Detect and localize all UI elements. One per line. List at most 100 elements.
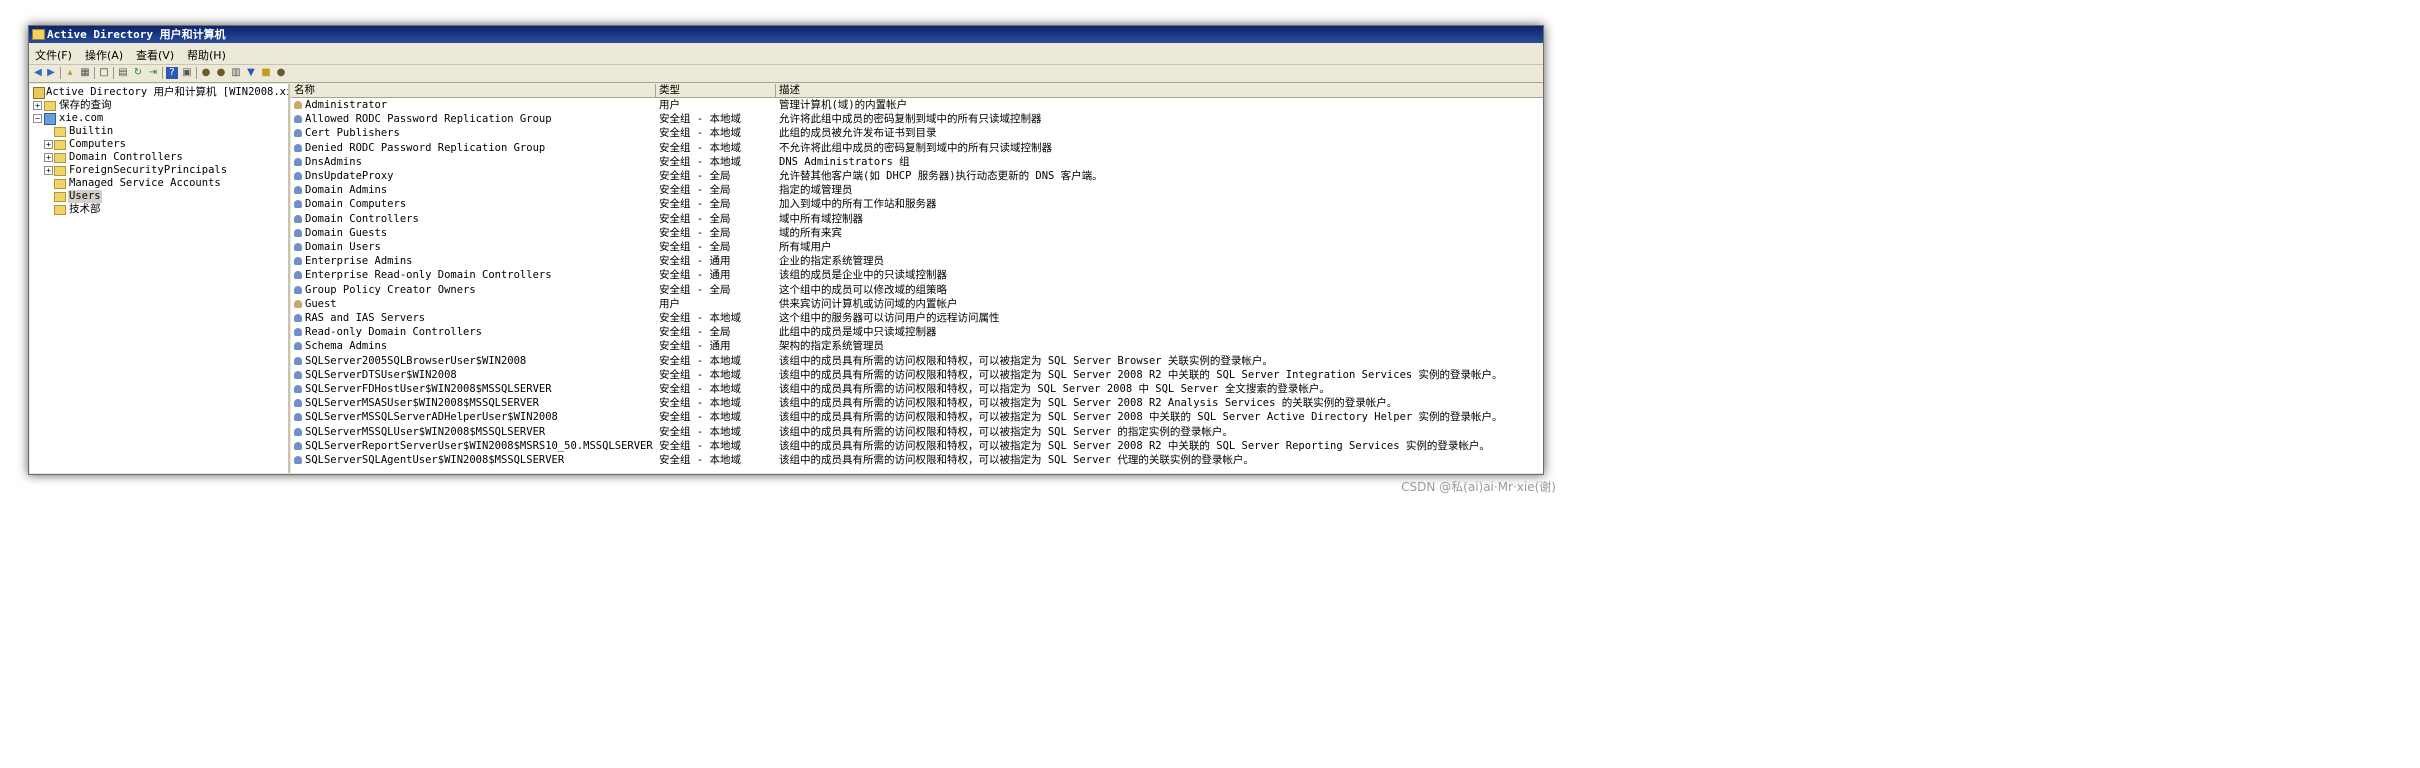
group-icon (294, 356, 302, 365)
table-row[interactable]: Domain Computers 安全组 - 全局 加入到域中的所有工作站和服务器 (291, 197, 1543, 211)
cell-type: 安全组 - 本地域 (659, 397, 741, 410)
refresh-icon[interactable]: ↻ (132, 67, 144, 79)
cell-type: 安全组 - 通用 (659, 255, 731, 268)
table-row[interactable]: SQLServerReportServerUser$WIN2008$MSRS10… (291, 439, 1543, 453)
table-row[interactable]: SQLServerMSSQLServerADHelperUser$WIN2008… (291, 410, 1543, 424)
up-icon[interactable]: ▴ (64, 67, 76, 79)
console-icon[interactable]: ▣ (181, 67, 193, 79)
back-icon[interactable]: ◀ (32, 67, 44, 79)
folder-icon (44, 101, 56, 111)
cell-type: 安全组 - 全局 (659, 170, 731, 182)
expand-icon[interactable]: + (44, 153, 53, 162)
cell-name: SQLServerFDHostUser$WIN2008$MSSQLSERVER (305, 383, 552, 395)
cell-description: 该组中的成员具有所需的访问权限和特权，可以被指定为 SQL Server 200… (779, 368, 1503, 381)
group-icon (294, 285, 302, 294)
forward-icon[interactable]: ▶ (45, 67, 57, 79)
cell-description: 该组中的成员具有所需的访问权限和特权，可以被指定为 SQL Server 200… (779, 439, 1490, 452)
cell-name: Allowed RODC Password Replication Group (305, 113, 552, 126)
new-user-icon[interactable]: ● (200, 67, 212, 79)
table-row[interactable]: Enterprise Admins 安全组 - 通用 企业的指定系统管理员 (291, 254, 1543, 268)
cell-name: Domain Controllers (305, 212, 419, 225)
result-list: 名称 类型 描述 Administrator 用户 管理计算机(域)的内置帐户 All… (291, 84, 1543, 473)
new-ou-icon[interactable]: ▥ (230, 67, 242, 79)
column-header-description[interactable]: 描述 (776, 84, 1543, 97)
cell-description: 域的所有来宾 (779, 226, 842, 239)
filter-icon[interactable]: ▼ (245, 67, 257, 79)
cell-description: 企业的指定系统管理员 (779, 255, 884, 268)
cell-type: 安全组 - 本地域 (659, 411, 741, 424)
table-row[interactable]: DnsAdmins 安全组 - 本地域 DNS Administrators 组 (291, 155, 1543, 169)
console-tree: Active Directory 用户和计算机 [WIN2008.xie + 保… (30, 84, 290, 473)
table-row[interactable]: SQLServerMSASUser$WIN2008$MSSQLSERVER 安全组… (291, 396, 1543, 410)
menu-file[interactable]: 文件(F) (35, 47, 72, 63)
table-row[interactable]: DnsUpdateProxy 安全组 - 全局 允许替其他客户端(如 DHCP 服务… (291, 169, 1543, 183)
table-row[interactable]: Administrator 用户 管理计算机(域)的内置帐户 (291, 98, 1543, 112)
table-row[interactable]: SQLServerFDHostUser$WIN2008$MSSQLSERVER 安… (291, 382, 1543, 396)
cell-name: Domain Users (305, 241, 381, 253)
table-row[interactable]: Allowed RODC Password Replication Group 安… (291, 112, 1543, 126)
table-row[interactable]: Domain Admins 安全组 - 全局 指定的域管理员 (291, 183, 1543, 197)
cell-type: 安全组 - 本地域 (659, 354, 741, 367)
expand-icon[interactable]: + (44, 140, 53, 149)
find-icon[interactable]: ■ (260, 67, 272, 79)
cell-name: Read-only Domain Controllers (305, 326, 483, 339)
folder-icon (54, 140, 66, 150)
cell-description: 这个组中的服务器可以访问用户的远程访问属性 (779, 312, 1000, 324)
cell-type: 安全组 - 通用 (659, 269, 731, 282)
help-icon[interactable]: ? (166, 67, 178, 79)
table-row[interactable]: Guest 用户 供来宾访问计算机或访问域的内置帐户 (291, 297, 1543, 311)
group-icon (294, 214, 302, 223)
watermark: CSDN @私(ai)ai·Mr·xie(谢) (1401, 480, 1556, 494)
table-row[interactable]: Denied RODC Password Replication Group 安全… (291, 141, 1543, 155)
menu-action[interactable]: 操作(A) (85, 47, 123, 63)
group-icon (294, 456, 302, 464)
column-header-name[interactable]: 名称 (291, 84, 656, 97)
tree-item-label: xie.com (59, 112, 104, 124)
cell-description: 此组的成员被允许发布证书到目录 (779, 127, 937, 140)
cell-name: Denied RODC Password Replication Group (305, 141, 546, 154)
table-row[interactable]: Domain Guests 安全组 - 全局 域的所有来宾 (291, 226, 1543, 240)
group-icon (294, 172, 302, 180)
export-icon[interactable]: ⇥ (147, 67, 159, 79)
cell-description: 供来宾访问计算机或访问域的内置帐户 (779, 297, 958, 310)
delete-icon[interactable]: □ (98, 67, 110, 79)
table-row[interactable]: SQLServerDTSUser$WIN2008 安全组 - 本地域 该组中的成员具… (291, 368, 1543, 382)
new-group-icon[interactable]: ● (215, 67, 227, 79)
properties-icon[interactable]: ▤ (117, 67, 129, 79)
collapse-icon[interactable]: − (33, 114, 42, 123)
cell-name: SQLServerReportServerUser$WIN2008$MSRS10… (305, 439, 653, 452)
ad-root-icon (33, 87, 45, 99)
table-row[interactable]: Domain Users 安全组 - 全局 所有域用户 (291, 240, 1543, 254)
table-row[interactable]: SQLServerMSSQLUser$WIN2008$MSSQLSERVER 安全… (291, 425, 1543, 439)
menu-help[interactable]: 帮助(H) (187, 47, 226, 63)
group-icon (294, 342, 302, 351)
table-row[interactable]: Read-only Domain Controllers 安全组 - 全局 此组中的… (291, 325, 1543, 339)
group-icon (294, 385, 302, 393)
expand-icon[interactable]: + (44, 166, 53, 175)
cell-description: 这个组中的成员可以修改域的组策略 (779, 283, 947, 296)
menu-view[interactable]: 查看(V) (136, 47, 174, 63)
table-row[interactable]: RAS and IAS Servers 安全组 - 本地域 这个组中的服务器可以访问… (291, 311, 1543, 325)
column-header-type[interactable]: 类型 (656, 84, 776, 97)
user-icon (294, 299, 302, 308)
cell-description: 管理计算机(域)的内置帐户 (779, 99, 908, 111)
table-row[interactable]: Group Policy Creator Owners 安全组 - 全局 这个组中的… (291, 283, 1543, 297)
show-tree-icon[interactable]: ▦ (79, 67, 91, 79)
table-row[interactable]: Domain Controllers 安全组 - 全局 域中所有域控制器 (291, 212, 1543, 226)
table-row[interactable]: SQLServerSQLAgentUser$WIN2008$MSSQLSERVE… (291, 453, 1543, 467)
table-row[interactable]: Cert Publishers 安全组 - 本地域 此组的成员被允许发布证书到目录 (291, 126, 1543, 140)
cell-name: Enterprise Read-only Domain Controllers (305, 269, 552, 282)
cell-description: DNS Administrators 组 (779, 155, 910, 168)
folder-icon (54, 192, 66, 202)
table-row[interactable]: SQLServer2005SQLBrowserUser$WIN2008 安全组 -… (291, 354, 1543, 368)
cell-type: 安全组 - 全局 (659, 283, 731, 296)
table-row[interactable]: Schema Admins 安全组 - 通用 架构的指定系统管理员 (291, 339, 1543, 353)
cell-name: Administrator (305, 99, 388, 111)
tree-item-label: Users (68, 190, 102, 203)
add-to-group-icon[interactable]: ● (275, 67, 287, 79)
expand-icon[interactable]: + (33, 101, 42, 110)
title-bar[interactable]: Active Directory 用户和计算机 (29, 26, 1543, 43)
table-row[interactable]: Enterprise Read-only Domain Controllers 安… (291, 268, 1543, 282)
domain-icon (44, 113, 56, 125)
tree-root-label: Active Directory 用户和计算机 [WIN2008.xie (46, 86, 290, 98)
